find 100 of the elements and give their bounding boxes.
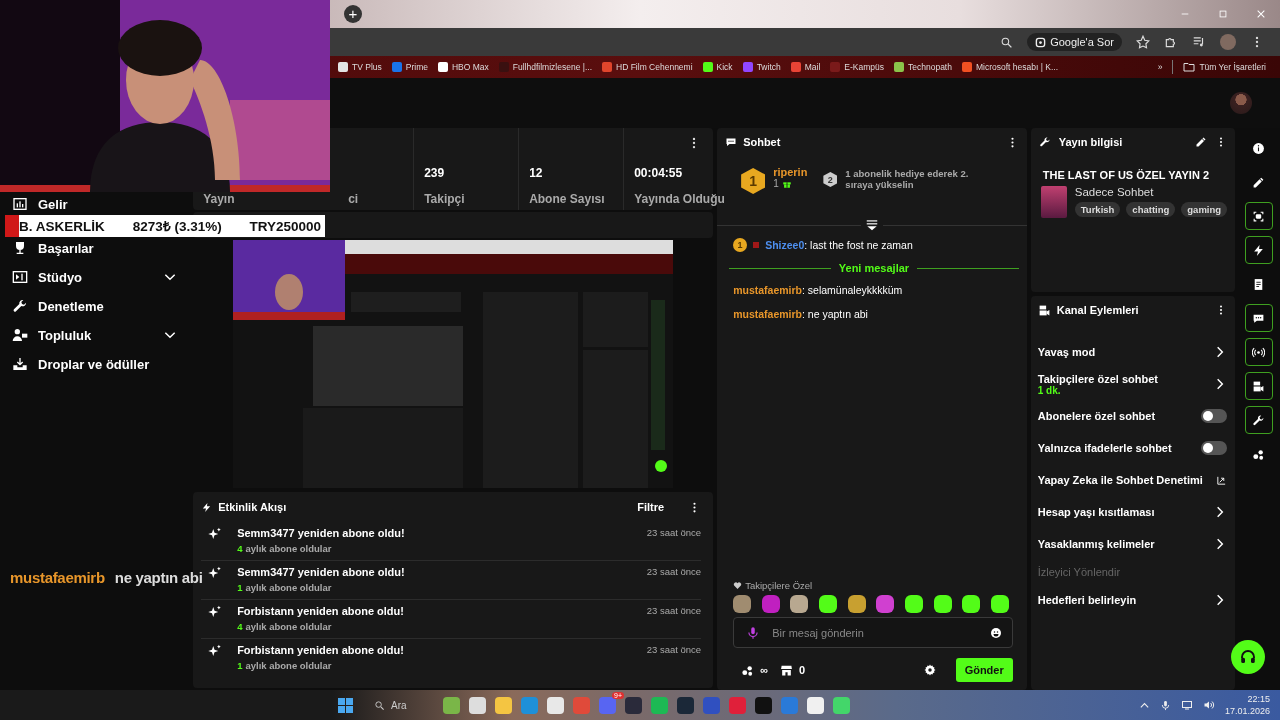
toggle-switch[interactable] <box>1201 441 1228 455</box>
search-field[interactable]: Ara <box>374 699 434 711</box>
bookmark-link[interactable]: Mail <box>790 62 821 72</box>
event-detail: aylık abone oldular <box>245 582 332 593</box>
overlay-message: ne yaptın abi <box>114 569 203 586</box>
app-icon[interactable] <box>443 696 460 714</box>
chat-message-text: : ne yaptın abi <box>802 308 868 320</box>
menu-item[interactable]: Hesap yaşı kısıtlaması <box>1037 496 1228 528</box>
event-title: Semm3477 yeniden abone oldu! <box>237 566 406 578</box>
scroll-down-icon[interactable] <box>864 218 879 232</box>
camera-icon <box>1252 379 1266 393</box>
wrench-icon <box>1252 413 1266 427</box>
message-field[interactable]: Bir mesaj gönderin <box>770 625 980 640</box>
bookmark-link[interactable]: Technopath <box>894 62 952 72</box>
edit-icon[interactable] <box>1195 136 1208 148</box>
emoji-icon[interactable] <box>989 626 1002 639</box>
emote-icon[interactable] <box>790 595 809 613</box>
event-time: 23 saat önce <box>646 566 702 579</box>
start-button[interactable] <box>338 697 353 713</box>
sidebar-item[interactable]: Stüdyo <box>12 266 194 288</box>
app-icon[interactable] <box>469 696 486 714</box>
menu-item[interactable]: Takipçilere özel sohbet 1 dk. <box>1037 368 1228 400</box>
event-time: 23 saat önce <box>646 644 702 657</box>
clock[interactable]: 22:15 17.01.2026 <box>1224 693 1270 717</box>
emote-icon[interactable] <box>904 595 923 613</box>
app-icon[interactable] <box>833 696 850 714</box>
stat-label: ci <box>348 192 360 206</box>
star-icon[interactable] <box>1136 35 1150 49</box>
emote-icon[interactable] <box>990 595 1009 613</box>
chat-username[interactable]: mustafaemirb <box>733 308 802 320</box>
network-icon[interactable] <box>1180 699 1193 711</box>
external-link-icon <box>1216 474 1228 486</box>
emote-icon[interactable] <box>933 595 952 613</box>
rail-button[interactable] <box>1244 236 1273 264</box>
user-avatar[interactable] <box>1230 92 1252 114</box>
toggle-switch[interactable] <box>1201 409 1228 423</box>
info-icon <box>1252 141 1266 155</box>
bookmark-link[interactable]: Fullhdfilmizlesene |... <box>498 62 593 72</box>
rail-button[interactable] <box>1244 372 1273 400</box>
sidebar-item[interactable]: Başarılar <box>12 237 194 259</box>
zoom-icon[interactable] <box>1000 35 1014 49</box>
menu-item[interactable]: Yasaklanmış kelimeler <box>1037 528 1228 560</box>
app-icon[interactable] <box>677 696 694 714</box>
store-icon[interactable] <box>779 663 793 677</box>
menu-item[interactable]: Yapay Zeka ile Sohbet Denetimi <box>1037 464 1228 496</box>
bookmark-link[interactable]: Kick <box>702 62 733 72</box>
menu-item[interactable]: Yavaş mod <box>1037 336 1228 368</box>
support-button[interactable] <box>1231 640 1266 674</box>
rail-button[interactable] <box>1244 338 1273 366</box>
sidebar-item[interactable]: Gelir <box>12 193 194 215</box>
sidebar-item[interactable]: Denetleme <box>12 295 194 317</box>
rail-button[interactable] <box>1244 202 1273 230</box>
event-detail: aylık abone oldular <box>245 660 332 671</box>
emote-icon[interactable] <box>733 595 752 613</box>
ask-chip[interactable]: Google'a Sor <box>1027 33 1122 51</box>
emote-icon[interactable] <box>847 595 866 613</box>
send-button[interactable]: Gönder <box>955 658 1013 682</box>
tag-chip[interactable]: Turkish <box>1074 202 1121 217</box>
tag-chip[interactable]: chatting <box>1126 202 1176 217</box>
rail-button[interactable] <box>1244 304 1273 332</box>
setting-label: Abonelere özel sohbet <box>1037 410 1157 422</box>
badge-icon <box>753 242 760 248</box>
rank-badge: 2 <box>823 172 838 187</box>
sidebar-item[interactable]: Topluluk <box>12 324 194 346</box>
emote-icon[interactable] <box>819 595 837 613</box>
mic-icon[interactable] <box>1159 699 1171 711</box>
all-bookmarks-link[interactable]: Tüm Yer İşaretleri <box>1183 61 1266 73</box>
app-icon[interactable] <box>625 696 642 714</box>
close-icon[interactable] <box>1256 9 1266 19</box>
studio-icon <box>12 269 28 285</box>
moderation-icon <box>12 298 28 314</box>
menu-item[interactable]: Hedefleri belirleyin <box>1037 584 1228 616</box>
settings-icon[interactable] <box>923 664 936 676</box>
bookmark-link[interactable]: TV Plus <box>338 62 382 72</box>
extension-icon[interactable] <box>1164 35 1178 49</box>
chat-username[interactable]: mustafaemirb <box>733 284 802 296</box>
sidebar-item[interactable]: Droplar ve ödüller <box>12 353 194 375</box>
overflow-button[interactable]: » <box>1157 62 1163 72</box>
new-tab-button[interactable]: + <box>344 5 362 23</box>
media-icon[interactable] <box>1192 35 1206 49</box>
bookmark-link[interactable]: HBO Max <box>437 62 489 72</box>
rail-button[interactable] <box>1244 406 1273 434</box>
message-box[interactable]: Bir mesaj gönderin <box>733 617 1013 648</box>
leader-name: riperin <box>773 166 808 178</box>
bookmark-link[interactable]: Microsoft hesabı | K... <box>961 62 1058 72</box>
ticker-name: B. ASKERLİK <box>19 218 105 234</box>
app-icon[interactable] <box>755 696 772 714</box>
tag-chip[interactable]: gaming <box>1181 202 1228 217</box>
app-icon[interactable] <box>495 696 512 714</box>
bookmark-link[interactable]: HD Film Cehennemi <box>602 62 693 72</box>
bookmark-link[interactable]: E-Kampüs <box>830 62 884 72</box>
filter-button[interactable]: Filtre <box>631 500 671 514</box>
volume-icon[interactable] <box>1202 699 1215 711</box>
emote-icon[interactable] <box>962 595 981 613</box>
app-icon[interactable] <box>547 696 564 714</box>
app-icon[interactable] <box>807 696 824 714</box>
bookmark-link[interactable]: Prime <box>391 62 428 72</box>
lens-icon <box>1035 36 1047 48</box>
stat-label: Yayın <box>203 192 236 206</box>
bookmark-link[interactable]: Twitch <box>742 62 781 72</box>
